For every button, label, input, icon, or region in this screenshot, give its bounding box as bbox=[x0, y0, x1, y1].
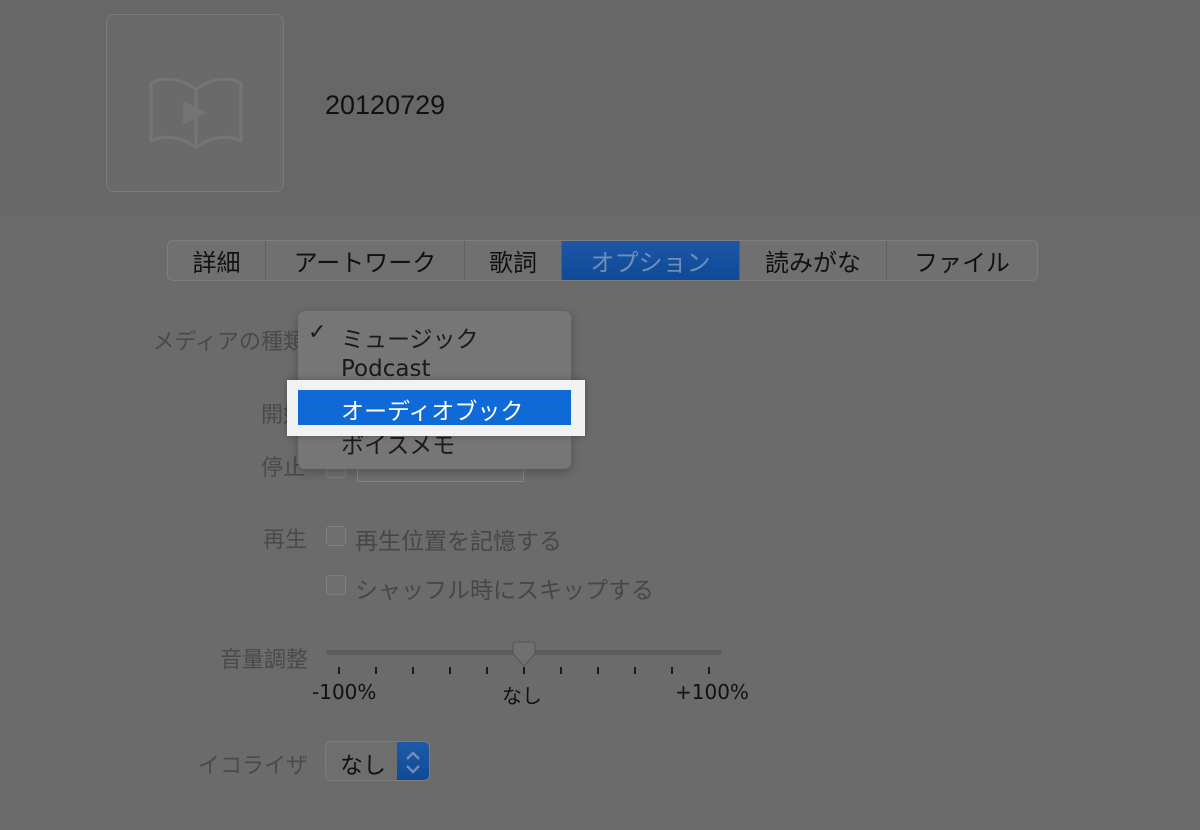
volume-tick bbox=[449, 667, 451, 674]
track-title: 20120729 bbox=[325, 90, 446, 120]
tab-details[interactable]: 詳細 bbox=[168, 241, 266, 280]
tab-sorting[interactable]: 読みがな bbox=[740, 241, 887, 280]
skip-shuffle-checkbox[interactable] bbox=[326, 575, 346, 595]
volume-tick bbox=[708, 667, 710, 674]
volume-tick bbox=[486, 667, 488, 674]
volume-tick bbox=[523, 667, 525, 674]
tab-options[interactable]: オプション bbox=[562, 241, 740, 280]
volume-label: 音量調整 bbox=[219, 648, 308, 673]
menu-item-music[interactable]: ✓ ミュージック bbox=[298, 317, 571, 353]
tab-lyrics[interactable]: 歌詞 bbox=[465, 241, 562, 280]
artwork-placeholder[interactable] bbox=[106, 14, 284, 192]
volume-tick bbox=[671, 667, 673, 674]
checkmark-icon: ✓ bbox=[308, 320, 327, 345]
playback-label: 再生 bbox=[262, 528, 307, 553]
stop-label: 停止 bbox=[260, 456, 305, 481]
menu-item-audiobook[interactable]: オーディオブック bbox=[298, 390, 571, 425]
header: 20120729 bbox=[0, 0, 1200, 216]
up-down-chevron-icon bbox=[397, 742, 429, 780]
tab-file[interactable]: ファイル bbox=[887, 241, 1037, 280]
equalizer-select[interactable]: なし bbox=[325, 741, 430, 781]
remember-position-label: 再生位置を記憶する bbox=[355, 529, 562, 555]
volume-mid-label: なし bbox=[502, 684, 542, 708]
volume-tick bbox=[634, 667, 636, 674]
remember-position-checkbox[interactable] bbox=[326, 526, 346, 546]
volume-tick bbox=[597, 667, 599, 674]
volume-max-label: +100% bbox=[675, 680, 749, 704]
tab-artwork[interactable]: アートワーク bbox=[266, 241, 465, 280]
equalizer-label: イコライザ bbox=[197, 754, 308, 779]
media-kind-label: メディアの種類 bbox=[152, 330, 305, 355]
skip-shuffle-label: シャッフル時にスキップする bbox=[355, 578, 654, 604]
volume-tick bbox=[412, 667, 414, 674]
tab-bar: 詳細 アートワーク 歌詞 オプション 読みがな ファイル bbox=[167, 240, 1038, 281]
volume-tick bbox=[338, 667, 340, 674]
volume-min-label: -100% bbox=[312, 680, 377, 704]
audiobook-icon bbox=[149, 77, 243, 149]
volume-tick bbox=[375, 667, 377, 674]
volume-tick bbox=[560, 667, 562, 674]
volume-slider-thumb[interactable] bbox=[512, 640, 536, 668]
